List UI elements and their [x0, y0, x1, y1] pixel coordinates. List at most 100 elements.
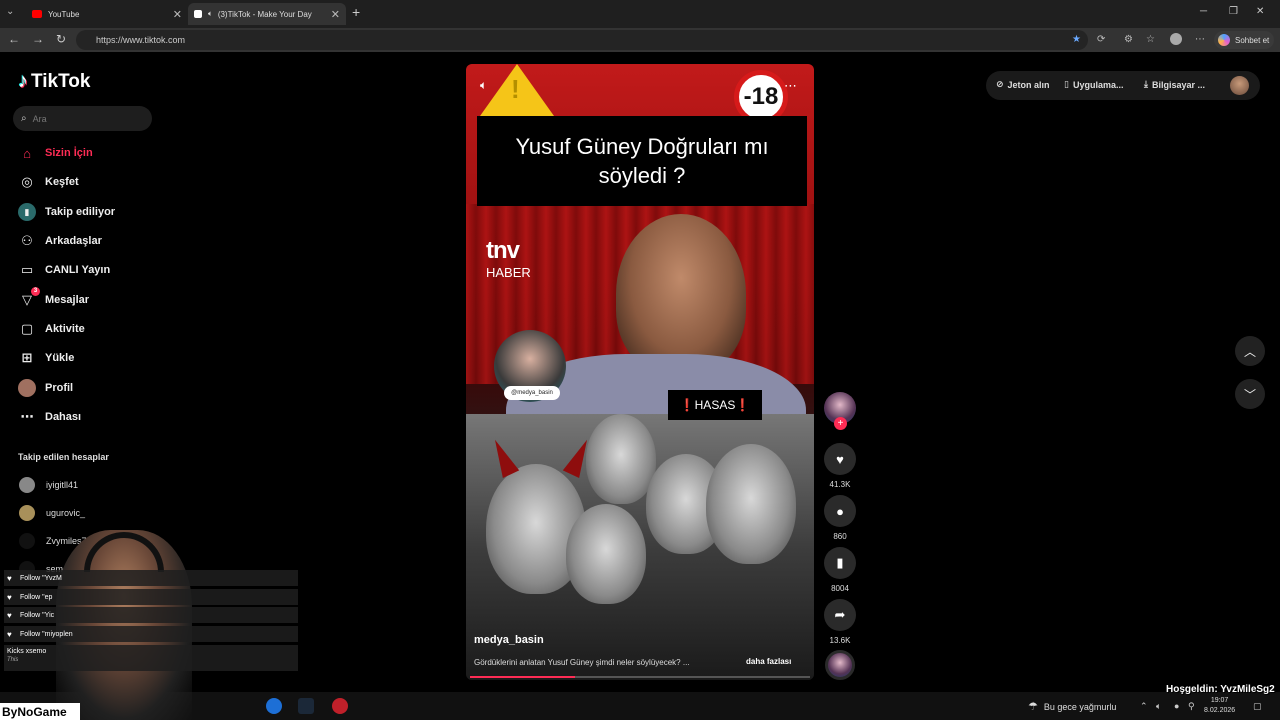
close-window-icon[interactable]: ✕: [1256, 6, 1264, 17]
network-tray-icon[interactable]: ⚲: [1188, 701, 1195, 712]
browser-toolbar: ← → ↻ https://www.tiktok.com ★ ⟳ ⚙︎ ☆ ⋯ …: [0, 28, 1280, 52]
star-icon[interactable]: ★: [1072, 34, 1081, 45]
share-icon[interactable]: ➦: [824, 599, 856, 631]
comment-action[interactable]: ● 860: [824, 495, 856, 541]
video-description: Gördüklerini anlatan Yusuf Güney şimdi n…: [474, 658, 690, 667]
tab-youtube[interactable]: YouTube ✕: [26, 3, 188, 25]
nav-live[interactable]: ▭ CANLI Yayın: [18, 260, 110, 280]
close-tab-icon[interactable]: ✕: [173, 8, 182, 21]
chat-row: ♥ Follow "YvzM: [4, 570, 298, 586]
save-count: 8004: [831, 584, 849, 593]
avatar: [19, 505, 35, 521]
following-icon: ▮: [18, 203, 36, 221]
friends-icon: ⚇: [21, 233, 33, 248]
following-accounts-title: Takip edilen hesaplar: [18, 452, 109, 462]
copilot-chat-button[interactable]: Sohbet et: [1214, 31, 1274, 49]
chat-text: Follow "Yic: [20, 611, 55, 619]
search-icon: ⌕: [21, 113, 27, 124]
extensions-icon[interactable]: ⟳: [1097, 34, 1105, 45]
browser-tabstrip: ⌄ YouTube ✕ 🔈︎ (3)TikTok - Make Your Day…: [0, 0, 1280, 28]
comment-icon[interactable]: ●: [824, 495, 856, 527]
reload-icon[interactable]: ↻: [56, 32, 66, 46]
weather-widget[interactable]: ☂ Bu gece yağmurlu: [1028, 700, 1116, 713]
comment-count: 860: [833, 532, 847, 541]
tab-list-icon[interactable]: ⌄: [6, 6, 14, 17]
nav-friends[interactable]: ⚇ Arkadaşlar: [18, 231, 102, 251]
nav-upload[interactable]: ⊞ Yükle: [18, 348, 75, 368]
followed-account[interactable]: ugurovic_: [19, 504, 85, 522]
nav-for-you[interactable]: ⌂ Sizin İçin: [18, 143, 93, 163]
heart-icon: ♥: [7, 610, 12, 620]
collage-face: [586, 414, 656, 504]
channel-logo: tnv HABER: [486, 239, 531, 284]
video-player[interactable]: ! 🔈︎ -18 ⋯ Yusuf Güney Doğruları mı söyl…: [466, 64, 814, 680]
search-input[interactable]: ⌕ Ara: [13, 106, 152, 131]
volume-tray-icon[interactable]: 🔈︎: [1156, 701, 1161, 712]
nav-label: Yükle: [45, 352, 75, 364]
sensitive-label: ❗HASAS❗: [668, 390, 762, 420]
speaker-icon[interactable]: 🔈︎: [208, 9, 213, 19]
nav-messages[interactable]: ▽ 3 Mesajlar: [18, 287, 89, 310]
nav-following[interactable]: ▮ Takip ediliyor: [18, 202, 115, 222]
kicks-subtext: This: [7, 657, 19, 663]
video-progress-bar[interactable]: [470, 676, 810, 678]
collage-face: [566, 504, 646, 604]
clock-date: 8.02.2026: [1204, 707, 1236, 714]
minimize-icon[interactable]: ─: [1200, 6, 1207, 17]
nav-more[interactable]: ⋯ Dahası: [18, 407, 82, 427]
desktop-label: Bilgisayar ...: [1151, 79, 1206, 90]
music-disc-icon[interactable]: [825, 650, 855, 680]
save-action[interactable]: ▮ 8004: [824, 547, 856, 593]
more-icon: ⋯: [20, 409, 34, 424]
get-coins-button[interactable]: ⊘ Jeton alın: [996, 79, 1050, 90]
mic-tray-icon[interactable]: ●: [1174, 701, 1179, 711]
search-placeholder: Ara: [32, 113, 47, 124]
previous-video-button[interactable]: ︿: [1235, 336, 1265, 366]
followed-account[interactable]: iyigitll41: [19, 476, 78, 494]
rain-icon: ☂: [1028, 701, 1038, 713]
volume-icon[interactable]: 🔈︎: [480, 78, 487, 93]
system-clock[interactable]: 19:07 8.02.2026: [1204, 696, 1235, 716]
chevron-down-icon: ﹀: [1243, 387, 1256, 402]
nav-label: CANLI Yayın: [45, 264, 111, 276]
tray-expand-icon[interactable]: ⌃: [1140, 701, 1148, 712]
edge-taskbar-icon[interactable]: [266, 698, 282, 714]
favorites-icon[interactable]: ☆: [1146, 34, 1155, 45]
tab-tiktok[interactable]: 🔈︎ (3)TikTok - Make Your Day ✕: [188, 3, 346, 25]
tab-title: (3)TikTok - Make Your Day: [217, 9, 312, 19]
share-action[interactable]: ➦ 13.6K: [824, 599, 856, 645]
address-bar[interactable]: https://www.tiktok.com: [76, 30, 1088, 50]
user-avatar[interactable]: [1230, 76, 1249, 95]
video-username[interactable]: medya_basin: [474, 634, 544, 646]
back-icon[interactable]: ←: [8, 32, 20, 46]
steam-taskbar-icon[interactable]: [298, 698, 314, 714]
profile-icon[interactable]: [1170, 33, 1182, 45]
restore-icon[interactable]: ❐: [1229, 6, 1238, 17]
get-app-button[interactable]: ▯ Uygulama...: [1064, 79, 1123, 90]
follow-plus-icon[interactable]: +: [834, 417, 847, 430]
collections-icon[interactable]: ⚙︎: [1124, 34, 1133, 45]
nav-explore[interactable]: ◎ Keşfet: [18, 172, 78, 192]
heart-icon: ♥: [7, 629, 12, 639]
video-options-icon[interactable]: ⋯: [784, 78, 797, 94]
next-video-button[interactable]: ﹀: [1235, 379, 1265, 409]
nav-profile[interactable]: Profil: [18, 378, 73, 398]
close-tab-icon[interactable]: ✕: [331, 8, 340, 21]
obs-taskbar-icon[interactable]: [332, 698, 348, 714]
heart-icon[interactable]: ♥: [824, 443, 856, 475]
warning-mark: !: [511, 74, 520, 104]
tiktok-logo[interactable]: ♪ TikTok: [18, 70, 90, 93]
profile-icon: [18, 379, 36, 397]
menu-icon[interactable]: ⋯: [1195, 34, 1205, 45]
heart-icon: ♥: [7, 573, 12, 583]
forward-icon[interactable]: →: [32, 32, 44, 46]
youtube-icon: [32, 10, 42, 18]
like-action[interactable]: ♥ 41.3K: [824, 443, 856, 489]
new-tab-icon[interactable]: +: [352, 4, 360, 20]
nav-activity[interactable]: ▢ Aktivite: [18, 319, 85, 339]
see-more-link[interactable]: daha fazlası: [746, 657, 791, 666]
bookmark-icon[interactable]: ▮: [824, 547, 856, 579]
avatar: [19, 477, 35, 493]
desktop-app-button[interactable]: ⤓ Bilgisayar ...: [1144, 79, 1205, 90]
notifications-icon[interactable]: ▢: [1253, 701, 1262, 712]
